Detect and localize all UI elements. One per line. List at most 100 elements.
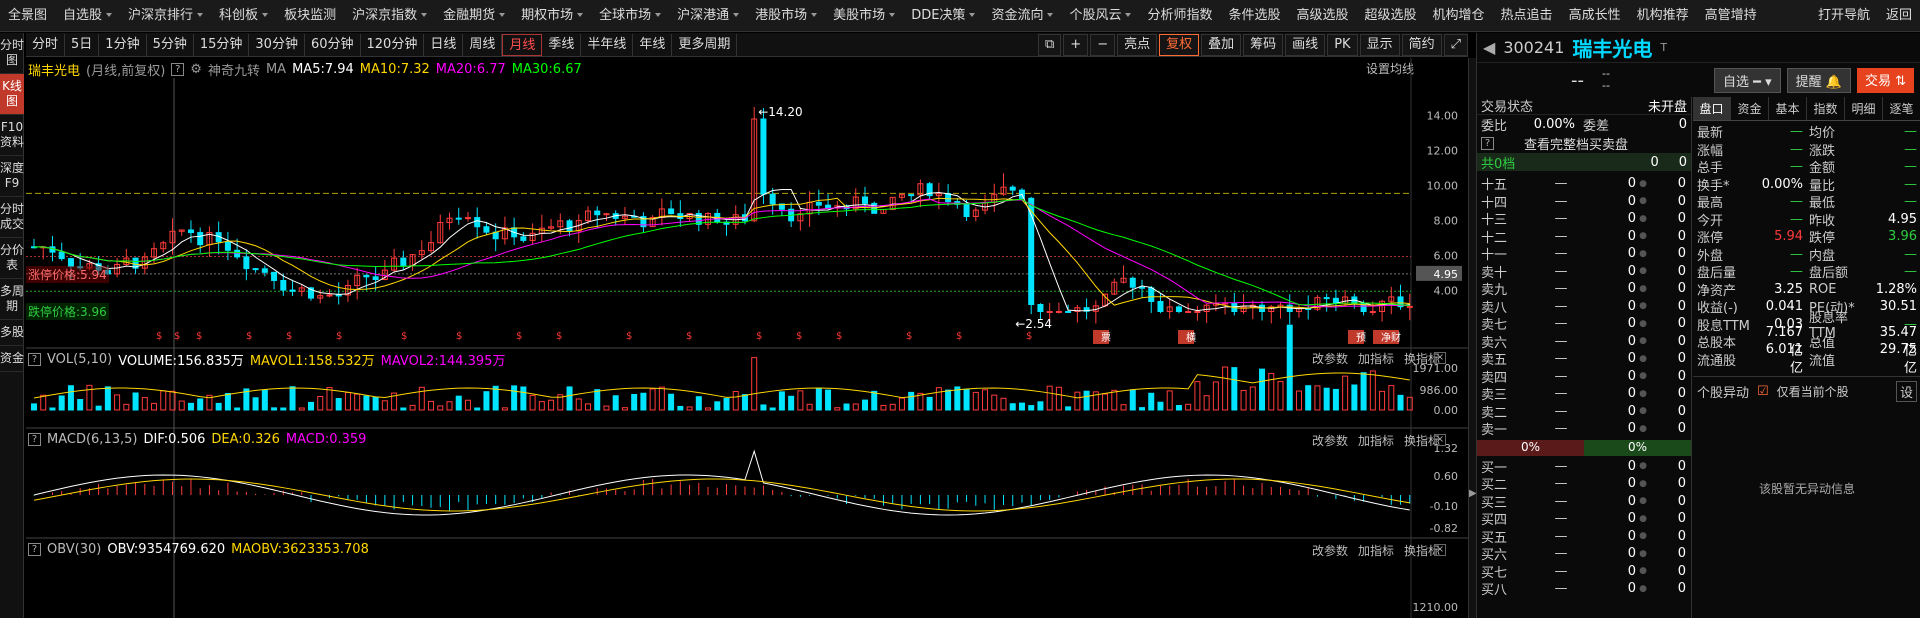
- draw-button[interactable]: 画线: [1285, 33, 1326, 56]
- side-tab[interactable]: 分时成交: [0, 197, 24, 238]
- nav-item[interactable]: 机构增仓: [1425, 0, 1493, 32]
- period-tab[interactable]: 半年线: [581, 33, 634, 56]
- bright-button[interactable]: 亮点: [1117, 33, 1158, 56]
- fullscreen-icon[interactable]: ⤢: [1443, 33, 1468, 56]
- nav-item[interactable]: 金融期货: [435, 0, 513, 32]
- chips-button[interactable]: 筹码: [1243, 33, 1284, 56]
- period-tab[interactable]: 日线: [424, 33, 464, 56]
- nav-item[interactable]: 热点追击: [1493, 0, 1561, 32]
- full-depth-link[interactable]: 查看完整档买卖盘: [1524, 134, 1628, 153]
- back-icon[interactable]: ◀: [1483, 38, 1495, 57]
- zoom-in-icon[interactable]: +: [1063, 33, 1089, 56]
- quote-tab[interactable]: 指数: [1807, 97, 1845, 120]
- abnormal-setting-button[interactable]: 设: [1895, 381, 1917, 402]
- period-tab[interactable]: 15分钟: [194, 33, 250, 56]
- restore-button[interactable]: 复权: [1159, 33, 1200, 56]
- nav-item[interactable]: 沪深京指数: [344, 0, 435, 32]
- dividend-marker[interactable]: $: [401, 331, 407, 342]
- dividend-marker[interactable]: $: [1026, 331, 1032, 342]
- nav-item[interactable]: 期权市场: [513, 0, 591, 32]
- dividend-marker[interactable]: $: [246, 331, 252, 342]
- nav-item[interactable]: 高成长性: [1561, 0, 1629, 32]
- quote-tab[interactable]: 明细: [1845, 97, 1883, 120]
- side-tab[interactable]: 分时图: [0, 33, 24, 74]
- nav-item[interactable]: DDE决策: [903, 0, 983, 32]
- period-tab[interactable]: 年线: [633, 33, 673, 56]
- period-tab[interactable]: 60分钟: [305, 33, 361, 56]
- collapse-icon[interactable]: ▶: [1469, 488, 1477, 499]
- quote-tab[interactable]: 基本: [1769, 97, 1807, 120]
- nav-item[interactable]: 条件选股: [1220, 0, 1288, 32]
- dividend-marker[interactable]: $: [556, 331, 562, 342]
- trade-button[interactable]: 交易 ⇅: [1856, 67, 1914, 93]
- period-tab[interactable]: 5分钟: [147, 33, 194, 56]
- abnormal-filter-label[interactable]: 仅看当前个股: [1777, 383, 1849, 400]
- period-tab[interactable]: 月线: [502, 33, 543, 56]
- nav-item[interactable]: 科创板: [211, 0, 276, 32]
- quote-tab[interactable]: 逐笔: [1883, 97, 1920, 120]
- add-indicator-button[interactable]: 加指标: [1358, 432, 1394, 449]
- period-tab[interactable]: 季线: [542, 33, 582, 56]
- nav-item[interactable]: 高管增持: [1697, 0, 1765, 32]
- watchlist-button[interactable]: 自选 ━ ▾: [1713, 67, 1781, 93]
- period-tab[interactable]: 5日: [65, 33, 100, 56]
- nav-item[interactable]: 港股市场: [747, 0, 825, 32]
- nav-item[interactable]: 高级选股: [1289, 0, 1357, 32]
- display-button[interactable]: 显示: [1359, 33, 1400, 56]
- back-button[interactable]: 返回: [1878, 0, 1920, 32]
- full-depth-row[interactable]: ? 查看完整档买卖盘: [1477, 133, 1691, 153]
- overlay-button[interactable]: 叠加: [1201, 33, 1242, 56]
- period-tab[interactable]: 更多周期: [672, 33, 738, 56]
- dividend-marker[interactable]: $: [286, 331, 292, 342]
- period-tab[interactable]: 分时: [26, 33, 66, 56]
- side-tab[interactable]: 多周期: [0, 279, 24, 320]
- nav-item[interactable]: 资金流向: [983, 0, 1061, 32]
- alert-button[interactable]: 提醒 🔔: [1786, 67, 1851, 93]
- side-tab[interactable]: 多股: [0, 320, 24, 346]
- period-tab[interactable]: 30分钟: [249, 33, 305, 56]
- zoom-out-icon[interactable]: −: [1090, 33, 1116, 56]
- nav-item[interactable]: 沪深京排行: [120, 0, 211, 32]
- panel-splitter[interactable]: ▶: [1468, 58, 1477, 618]
- change-param-button[interactable]: 改参数: [1312, 432, 1348, 449]
- dividend-marker[interactable]: $: [756, 331, 762, 342]
- add-indicator-button[interactable]: 加指标: [1358, 542, 1394, 559]
- help-icon[interactable]: ?: [1481, 136, 1494, 150]
- help-icon[interactable]: ?: [28, 433, 41, 446]
- dividend-marker[interactable]: $: [906, 331, 912, 342]
- close-icon[interactable]: ×: [1434, 544, 1446, 556]
- dividend-marker[interactable]: $: [196, 331, 202, 342]
- change-param-button[interactable]: 改参数: [1312, 350, 1348, 367]
- nav-item[interactable]: 超级选股: [1357, 0, 1425, 32]
- close-icon[interactable]: ×: [1434, 434, 1446, 446]
- simple-button[interactable]: 简约: [1401, 33, 1442, 56]
- side-tab[interactable]: K线图: [0, 74, 24, 115]
- nav-item[interactable]: 全景图: [0, 0, 55, 32]
- nav-item[interactable]: 机构推荐: [1629, 0, 1697, 32]
- dividend-marker[interactable]: $: [156, 331, 162, 342]
- close-icon[interactable]: ×: [1434, 352, 1446, 364]
- dividend-marker[interactable]: $: [456, 331, 462, 342]
- help-icon[interactable]: ?: [28, 543, 41, 556]
- open-nav-button[interactable]: 打开导航: [1810, 0, 1878, 32]
- period-tab[interactable]: 1分钟: [99, 33, 147, 56]
- dividend-marker[interactable]: $: [336, 331, 342, 342]
- nav-item[interactable]: 全球市场: [591, 0, 669, 32]
- dividend-marker[interactable]: $: [174, 331, 180, 342]
- nav-item[interactable]: 分析师指数: [1139, 0, 1220, 32]
- dividend-marker[interactable]: $: [796, 331, 802, 342]
- dividend-marker[interactable]: $: [836, 331, 842, 342]
- side-tab[interactable]: F10资料: [0, 115, 24, 156]
- dividend-marker[interactable]: $: [956, 331, 962, 342]
- dividend-marker[interactable]: $: [516, 331, 522, 342]
- dividend-marker[interactable]: $: [686, 331, 692, 342]
- quote-tab[interactable]: 盘口: [1693, 97, 1731, 120]
- side-tab[interactable]: 分价表: [0, 238, 24, 279]
- pk-button[interactable]: PK: [1327, 33, 1358, 56]
- change-param-button[interactable]: 改参数: [1312, 542, 1348, 559]
- dividend-marker[interactable]: $: [626, 331, 632, 342]
- chart-canvas[interactable]: 14.00 12.00 10.00 8.00 6.00 4.00 4.95 ←14.20 ←2.…: [26, 58, 1468, 618]
- period-tab[interactable]: 120分钟: [361, 33, 425, 56]
- add-indicator-button[interactable]: 加指标: [1358, 350, 1394, 367]
- nav-item[interactable]: 沪深港通: [669, 0, 747, 32]
